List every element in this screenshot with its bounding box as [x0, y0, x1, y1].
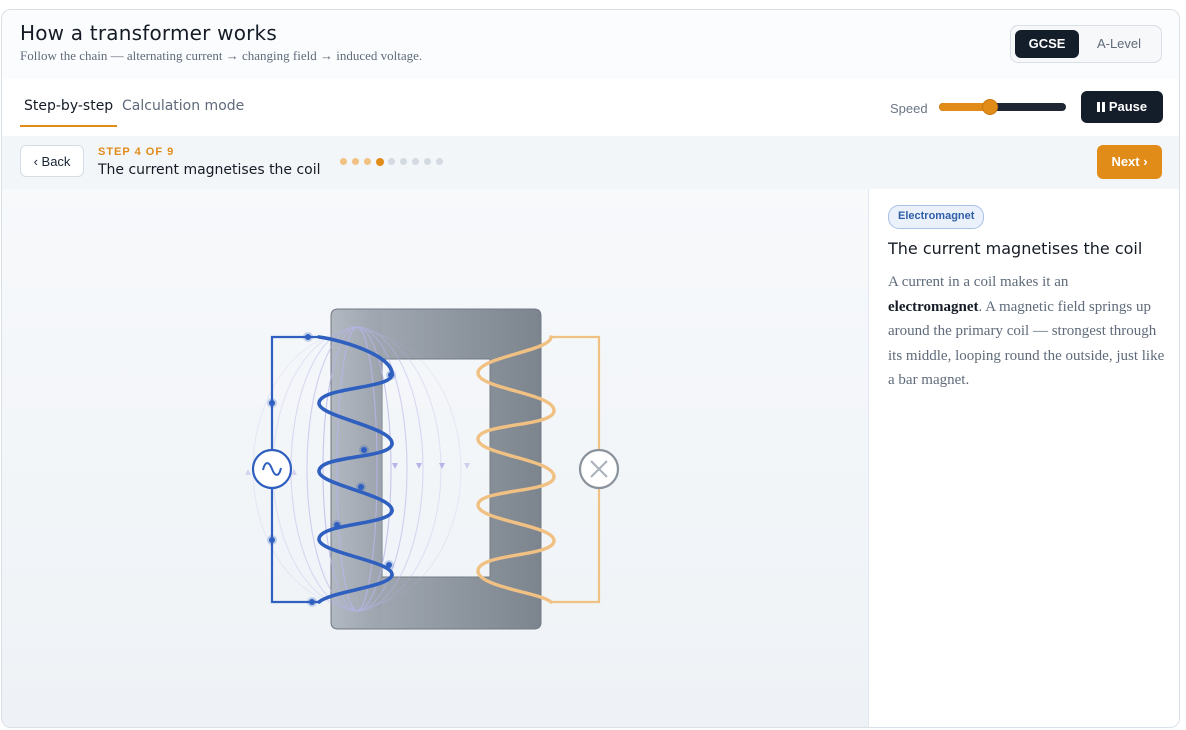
- step-nav-bar: ‹ Back STEP 4 OF 9 The current magnetise…: [2, 136, 1179, 190]
- step-dot-6: [400, 158, 407, 165]
- back-button[interactable]: ‹ Back: [20, 145, 84, 177]
- app-card: How a transformer works Follow the chain…: [1, 9, 1180, 728]
- next-button[interactable]: Next ›: [1097, 145, 1162, 179]
- step-dot-1: [340, 158, 347, 165]
- step-dot-9: [436, 158, 443, 165]
- level-a-level-button[interactable]: A-Level: [1083, 30, 1155, 58]
- lamp-icon: [578, 448, 620, 490]
- level-gcse-button[interactable]: GCSE: [1015, 30, 1079, 58]
- transformer-svg: [245, 308, 620, 630]
- panel-body-keyword: electromagnet: [888, 298, 979, 315]
- step-dot-4: [376, 157, 384, 166]
- speed-slider-thumb[interactable]: [981, 99, 998, 115]
- pause-icon-bar: [1101, 102, 1105, 112]
- pause-label: Pause: [1108, 99, 1148, 114]
- level-toggle: GCSE A-Level: [1010, 25, 1162, 63]
- panel-title: The current magnetises the coil: [888, 239, 1143, 258]
- speed-label: Speed: [890, 101, 928, 116]
- step-counter: STEP 4 OF 9: [98, 146, 175, 158]
- tab-step-by-step[interactable]: Step-by-step: [19, 98, 118, 127]
- step-dot-5: [388, 158, 395, 165]
- explanation-panel: Electromagnet The current magnetises the…: [868, 189, 1179, 727]
- step-dot-7: [412, 158, 419, 165]
- core-primary-limb: [332, 310, 382, 628]
- pause-icon: [1096, 102, 1100, 112]
- pause-button[interactable]: Pause: [1081, 91, 1163, 123]
- page-subtitle: Follow the chain — alternating current →…: [20, 48, 423, 63]
- ac-source-icon: [251, 448, 293, 490]
- step-dot-3: [364, 158, 371, 165]
- mode-tabs-bar: Step-by-step Calculation mode Speed Paus…: [2, 79, 1179, 137]
- step-title: The current magnetises the coil: [98, 162, 321, 178]
- transformer-diagram: [2, 189, 868, 727]
- panel-body: A current in a coil makes it an electrom…: [888, 270, 1166, 393]
- panel-body-text: A current in a coil makes it an: [888, 274, 1069, 290]
- tab-calculation-mode[interactable]: Calculation mode: [122, 98, 244, 114]
- page-title: How a transformer works: [20, 21, 277, 45]
- speed-slider[interactable]: [939, 99, 1066, 115]
- step-dot-8: [424, 158, 431, 165]
- header: How a transformer works Follow the chain…: [2, 10, 1179, 80]
- step-dot-2: [352, 158, 359, 165]
- concept-badge: Electromagnet: [888, 205, 985, 229]
